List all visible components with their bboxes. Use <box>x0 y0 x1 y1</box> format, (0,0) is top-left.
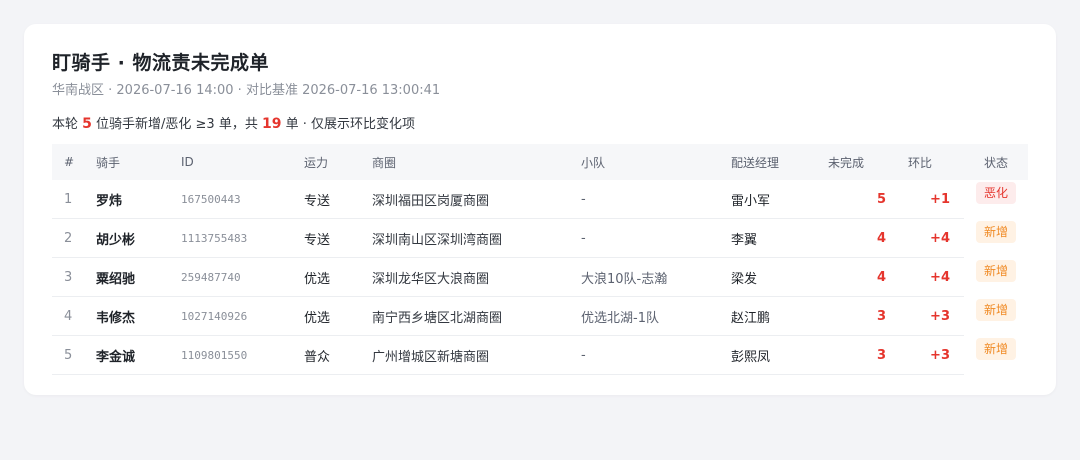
rider-name: 粟绍驰 <box>96 271 136 287</box>
team-name: 大浪10队-志瀚 <box>581 271 668 287</box>
business-zone: 南宁西乡塘区北湖商圈 <box>372 310 503 326</box>
col-header-manager[interactable]: 配送经理 <box>731 144 779 180</box>
status-badge: 新增 <box>975 338 1016 360</box>
status-cell: 新增 <box>964 336 1028 374</box>
table-row[interactable]: 3 粟绍驰 259487740 优选 深圳龙华区大浪商圈 大浪10队-志瀚 梁发 4 +4 新增 <box>52 258 1016 297</box>
delivery-manager: 彭熙凤 <box>731 349 771 365</box>
delivery-manager: 李翼 <box>731 232 758 248</box>
col-header-capacity[interactable]: 运力 <box>304 144 328 180</box>
business-zone: 深圳龙华区大浪商圈 <box>372 271 490 287</box>
page-subtitle: 华南战区 · 2026-07-16 14:00 · 对比基准 2026-07-1… <box>52 83 441 98</box>
rider-name: 韦修杰 <box>96 310 136 326</box>
page-title: 盯骑手 · 物流责未完成单 <box>52 52 269 74</box>
undone-count: 3 <box>876 347 886 363</box>
col-header-trend[interactable]: 环比 <box>908 144 932 180</box>
capacity-type: 普众 <box>304 349 331 365</box>
undone-count: 5 <box>876 191 886 207</box>
capacity-type: 优选 <box>304 271 331 287</box>
status-badge: 恶化 <box>975 182 1016 204</box>
row-index: 3 <box>64 269 73 285</box>
trend-change: +4 <box>930 230 950 246</box>
rider-id: 1109801550 <box>181 348 248 362</box>
capacity-type: 专送 <box>304 193 331 209</box>
undone-count: 4 <box>876 230 886 246</box>
row-index: 4 <box>64 308 73 324</box>
table-header: # 骑手 ID 运力 商圈 小队 配送经理 未完成 环比 状态 <box>52 144 1028 180</box>
table-row[interactable]: 1 罗炜 167500443 专送 深圳福田区岗厦商圈 - 雷小军 5 +1 恶化 <box>52 180 1016 219</box>
row-index: 5 <box>64 347 73 363</box>
rider-count: 5 <box>82 116 92 132</box>
undone-count: 3 <box>876 308 886 324</box>
status-badge: 新增 <box>975 260 1016 282</box>
col-header-id[interactable]: ID <box>181 144 194 180</box>
rider-id: 1027140926 <box>181 309 248 323</box>
trend-change: +4 <box>930 269 950 285</box>
undone-count: 4 <box>876 269 886 285</box>
report-card: 盯骑手 · 物流责未完成单 华南战区 · 2026-07-16 14:00 · … <box>24 24 1056 395</box>
col-header-index[interactable]: # <box>64 144 74 180</box>
summary-prefix: 本轮 <box>52 117 83 132</box>
status-cell: 新增 <box>964 297 1028 335</box>
summary-line: 本轮 5 位骑手新增/恶化 ≥3 单，共 19 单 · 仅展示环比变化项 <box>52 113 415 132</box>
table-row[interactable]: 2 胡少彬 1113755483 专送 深圳南山区深圳湾商圈 - 李翼 4 +4 新增 <box>52 219 1016 258</box>
status-cell: 新增 <box>964 219 1028 257</box>
order-count: 19 <box>261 116 282 132</box>
team-name: - <box>581 347 586 363</box>
col-header-rider[interactable]: 骑手 <box>96 144 120 180</box>
col-header-zone[interactable]: 商圈 <box>372 144 396 180</box>
rider-id: 259487740 <box>181 270 241 284</box>
rider-name: 李金诚 <box>96 349 136 365</box>
summary-mid: 位骑手新增/恶化 ≥3 单，共 <box>91 117 262 132</box>
col-header-undone[interactable]: 未完成 <box>828 144 864 180</box>
rider-id: 167500443 <box>181 192 241 206</box>
col-header-team[interactable]: 小队 <box>581 144 605 180</box>
status-cell: 新增 <box>964 258 1028 296</box>
business-zone: 深圳南山区深圳湾商圈 <box>372 232 503 248</box>
rider-id: 1113755483 <box>181 231 248 245</box>
table-row[interactable]: 5 李金诚 1109801550 普众 广州增城区新塘商圈 - 彭熙凤 3 +3 新增 <box>52 336 1016 375</box>
team-name: - <box>581 230 586 246</box>
status-badge: 新增 <box>975 299 1016 321</box>
capacity-type: 专送 <box>304 232 331 248</box>
delivery-manager: 赵江鹏 <box>731 310 771 326</box>
col-header-status[interactable]: 状态 <box>964 144 1028 180</box>
trend-change: +3 <box>930 347 950 363</box>
trend-change: +3 <box>930 308 950 324</box>
business-zone: 深圳福田区岗厦商圈 <box>372 193 490 209</box>
row-index: 2 <box>64 230 73 246</box>
delivery-manager: 梁发 <box>731 271 758 287</box>
status-badge: 新增 <box>975 221 1016 243</box>
trend-change: +1 <box>930 191 950 207</box>
table-row[interactable]: 4 韦修杰 1027140926 优选 南宁西乡塘区北湖商圈 优选北湖-1队 赵江鹏 3 +3 新… <box>52 297 1016 336</box>
team-name: - <box>581 191 586 207</box>
business-zone: 广州增城区新塘商圈 <box>372 349 490 365</box>
summary-suffix: 单 · 仅展示环比变化项 <box>281 117 415 132</box>
capacity-type: 优选 <box>304 310 331 326</box>
team-name: 优选北湖-1队 <box>581 310 659 326</box>
status-cell: 恶化 <box>964 180 1028 218</box>
table-body: 1 罗炜 167500443 专送 深圳福田区岗厦商圈 - 雷小军 5 +1 恶化 2 胡少彬 1113… <box>52 180 1028 375</box>
rider-name: 胡少彬 <box>96 232 136 248</box>
delivery-manager: 雷小军 <box>731 193 771 209</box>
row-index: 1 <box>64 191 73 207</box>
riders-table: # 骑手 ID 运力 商圈 小队 配送经理 未完成 环比 状态 1 罗炜 16750… <box>52 144 1028 375</box>
rider-name: 罗炜 <box>96 193 123 209</box>
